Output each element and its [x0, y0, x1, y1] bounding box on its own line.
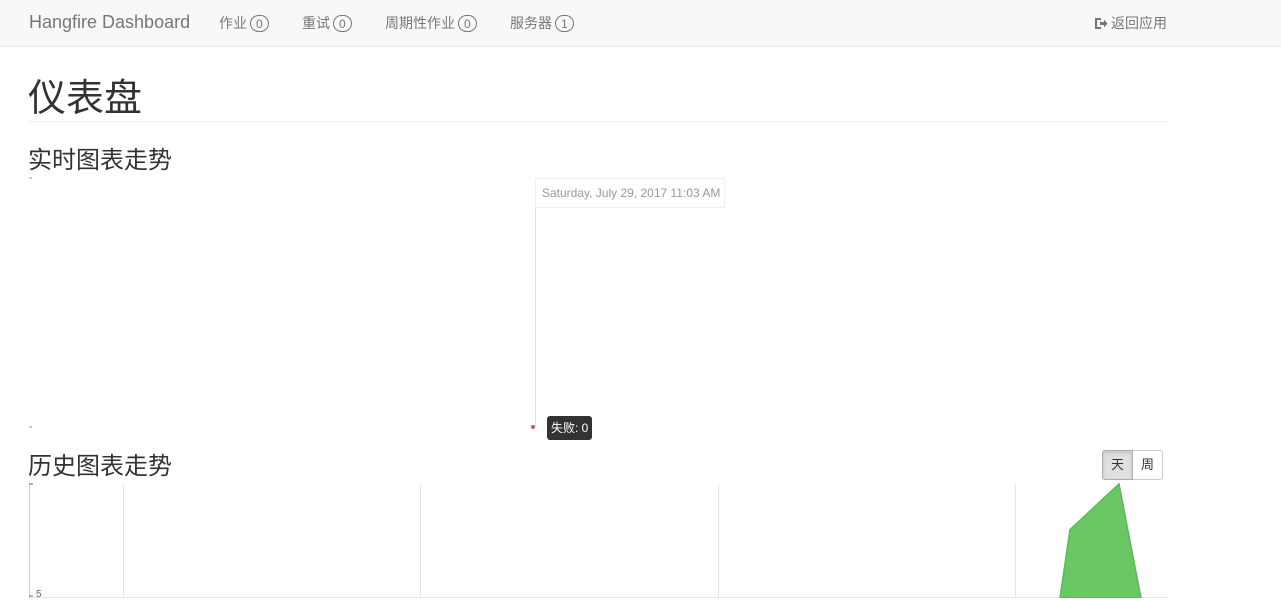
realtime-chart — [29, 177, 536, 429]
realtime-hover-date-label: Saturday, July 29, 2017 11:03 AM — [535, 178, 725, 208]
history-graph-title: 历史图表走势 — [28, 453, 172, 480]
period-toggle: 天 周 — [1102, 450, 1164, 480]
history-y-tick-label: 5 — [36, 589, 42, 600]
week-button[interactable]: 周 — [1133, 450, 1164, 480]
history-chart — [29, 482, 1168, 598]
charts-canvas — [29, 177, 1168, 598]
realtime-failed-tooltip: 失败: 0 — [547, 416, 593, 440]
history-succeeded-area — [1059, 482, 1142, 598]
day-button[interactable]: 天 — [1102, 450, 1134, 480]
failed-series-dot — [531, 425, 535, 429]
